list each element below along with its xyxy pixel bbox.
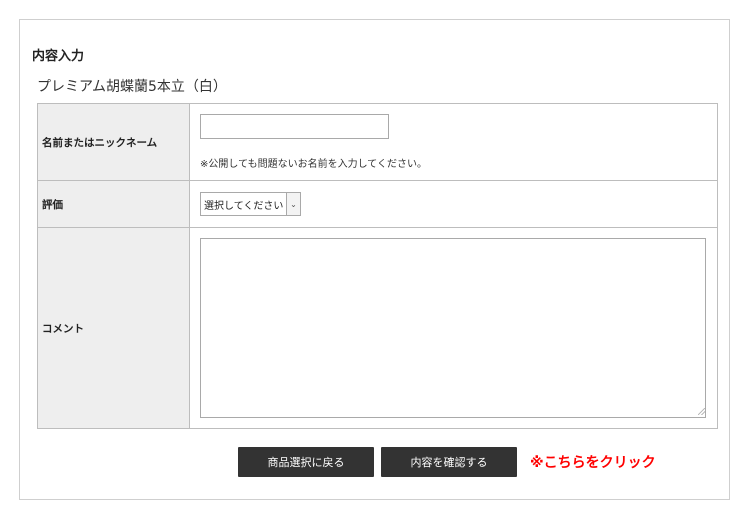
product-name: プレミアム胡蝶蘭5本立（白）: [37, 79, 227, 95]
name-row: 名前またはニックネーム ※公開しても問題ないお名前を入力してください。: [38, 104, 717, 181]
comment-row: コメント: [38, 228, 717, 428]
click-hint: ※こちらをクリック: [530, 455, 656, 471]
form-table: 名前またはニックネーム ※公開しても問題ないお名前を入力してください。 評価 選…: [37, 103, 718, 429]
comment-label: コメント: [38, 228, 190, 428]
rating-row: 評価 選択してください ⌄: [38, 181, 717, 228]
comment-cell: [190, 228, 717, 428]
chevron-down-icon: ⌄: [286, 193, 300, 215]
name-note: ※公開しても問題ないお名前を入力してください。: [200, 159, 427, 170]
confirm-content-button[interactable]: 内容を確認する: [381, 447, 517, 477]
section-title: 内容入力: [32, 49, 85, 64]
name-label: 名前またはニックネーム: [38, 104, 190, 180]
rating-label: 評価: [38, 181, 190, 227]
rating-cell: 選択してください ⌄: [190, 181, 717, 227]
rating-selected-value: 選択してください: [204, 200, 284, 212]
rating-select[interactable]: 選択してください ⌄: [200, 192, 301, 216]
name-input[interactable]: [200, 114, 389, 139]
comment-textarea[interactable]: [200, 238, 706, 418]
review-form-panel: 内容入力 プレミアム胡蝶蘭5本立（白） 名前またはニックネーム ※公開しても問題…: [19, 19, 730, 500]
name-cell: ※公開しても問題ないお名前を入力してください。: [190, 104, 717, 180]
resize-handle-icon[interactable]: [698, 408, 705, 415]
back-to-product-button[interactable]: 商品選択に戻る: [238, 447, 374, 477]
